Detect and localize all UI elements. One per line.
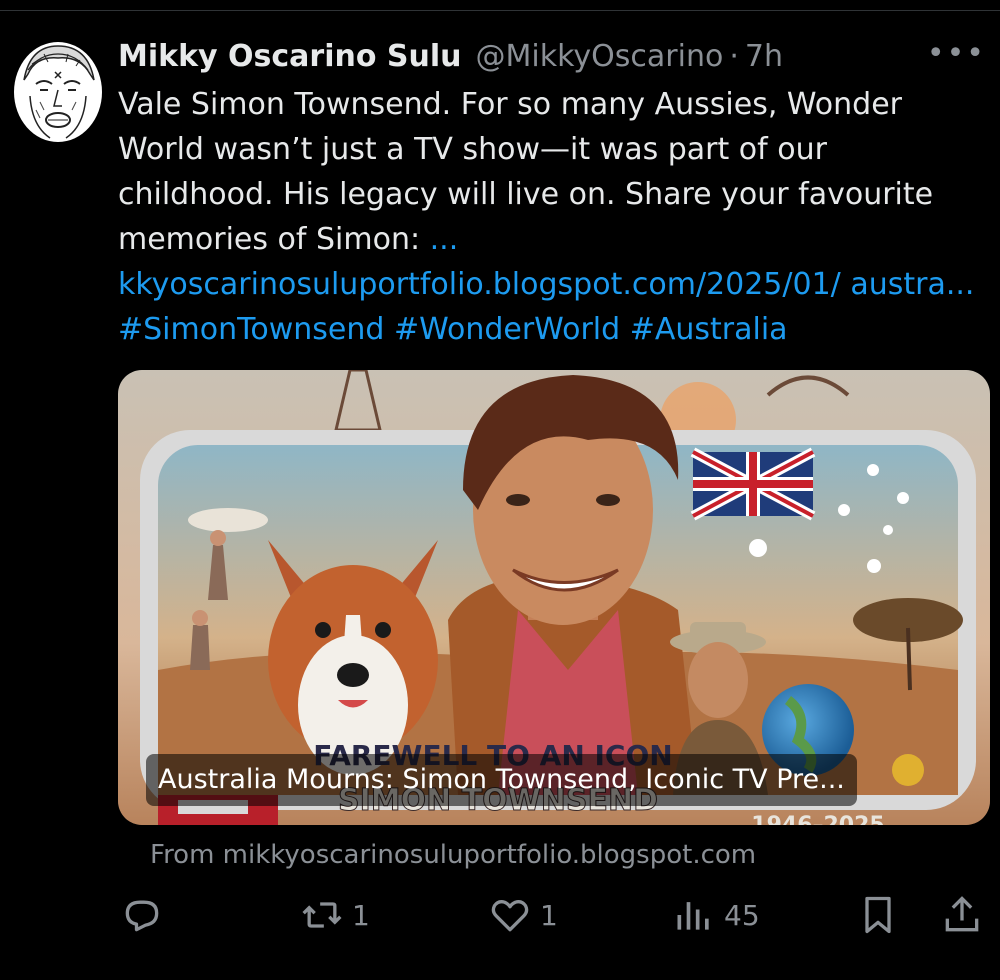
- hashtag-australia[interactable]: #Australia: [630, 312, 788, 347]
- more-options-icon[interactable]: •••: [927, 39, 986, 69]
- bookmark-button[interactable]: [856, 890, 900, 940]
- tweet-header: Mikky Oscarino Sulu @MikkyOscarino · 7h: [118, 36, 948, 76]
- image-years: 1946–2025: [751, 813, 884, 825]
- tweet-page: Mikky Oscarino Sulu @MikkyOscarino · 7h …: [0, 0, 1000, 980]
- bottom-spacer: [0, 940, 1000, 980]
- reply-button[interactable]: [120, 890, 164, 940]
- card-caption[interactable]: Australia Mourns: Simon Townsend, Iconic…: [146, 754, 857, 806]
- views-icon: [677, 902, 709, 930]
- retweet-icon: [302, 902, 342, 928]
- like-count: 1: [540, 898, 558, 932]
- heart-icon: [491, 900, 529, 932]
- separator: ·: [729, 38, 739, 74]
- link-card[interactable]: FAREWELL TO AN ICON SIMON TOWNSEND 1946–…: [118, 370, 990, 825]
- views-button[interactable]: 45: [672, 890, 760, 940]
- author-handle[interactable]: @MikkyOscarino: [476, 39, 724, 74]
- reply-icon: [125, 900, 159, 932]
- retweet-button[interactable]: 1: [300, 890, 370, 940]
- hashtag-simontownsend[interactable]: #SimonTownsend: [118, 312, 384, 347]
- avatar[interactable]: [10, 40, 106, 144]
- hashtag-wonderworld[interactable]: #WonderWorld: [394, 312, 620, 347]
- tweet-link[interactable]: kkyoscarinosuluportfolio.blogspot.com/20…: [118, 267, 974, 302]
- retweet-count: 1: [352, 898, 370, 932]
- views-count: 45: [724, 898, 760, 932]
- tweet-actions: 1 1 45: [0, 890, 1000, 940]
- timestamp[interactable]: 7h: [745, 39, 783, 74]
- divider: [0, 10, 1000, 11]
- tweet-body: Vale Simon Townsend. For so many Aussies…: [118, 87, 934, 257]
- text-expand-link[interactable]: ...: [430, 222, 459, 257]
- author-name[interactable]: Mikky Oscarino Sulu: [118, 39, 462, 74]
- bookmark-icon: [865, 896, 891, 934]
- card-source[interactable]: From mikkyoscarinosuluportfolio.blogspot…: [150, 840, 756, 870]
- tweet-text: Vale Simon Townsend. For so many Aussies…: [118, 82, 988, 352]
- share-icon: [945, 896, 979, 932]
- share-button[interactable]: [940, 890, 984, 940]
- like-button[interactable]: 1: [488, 890, 558, 940]
